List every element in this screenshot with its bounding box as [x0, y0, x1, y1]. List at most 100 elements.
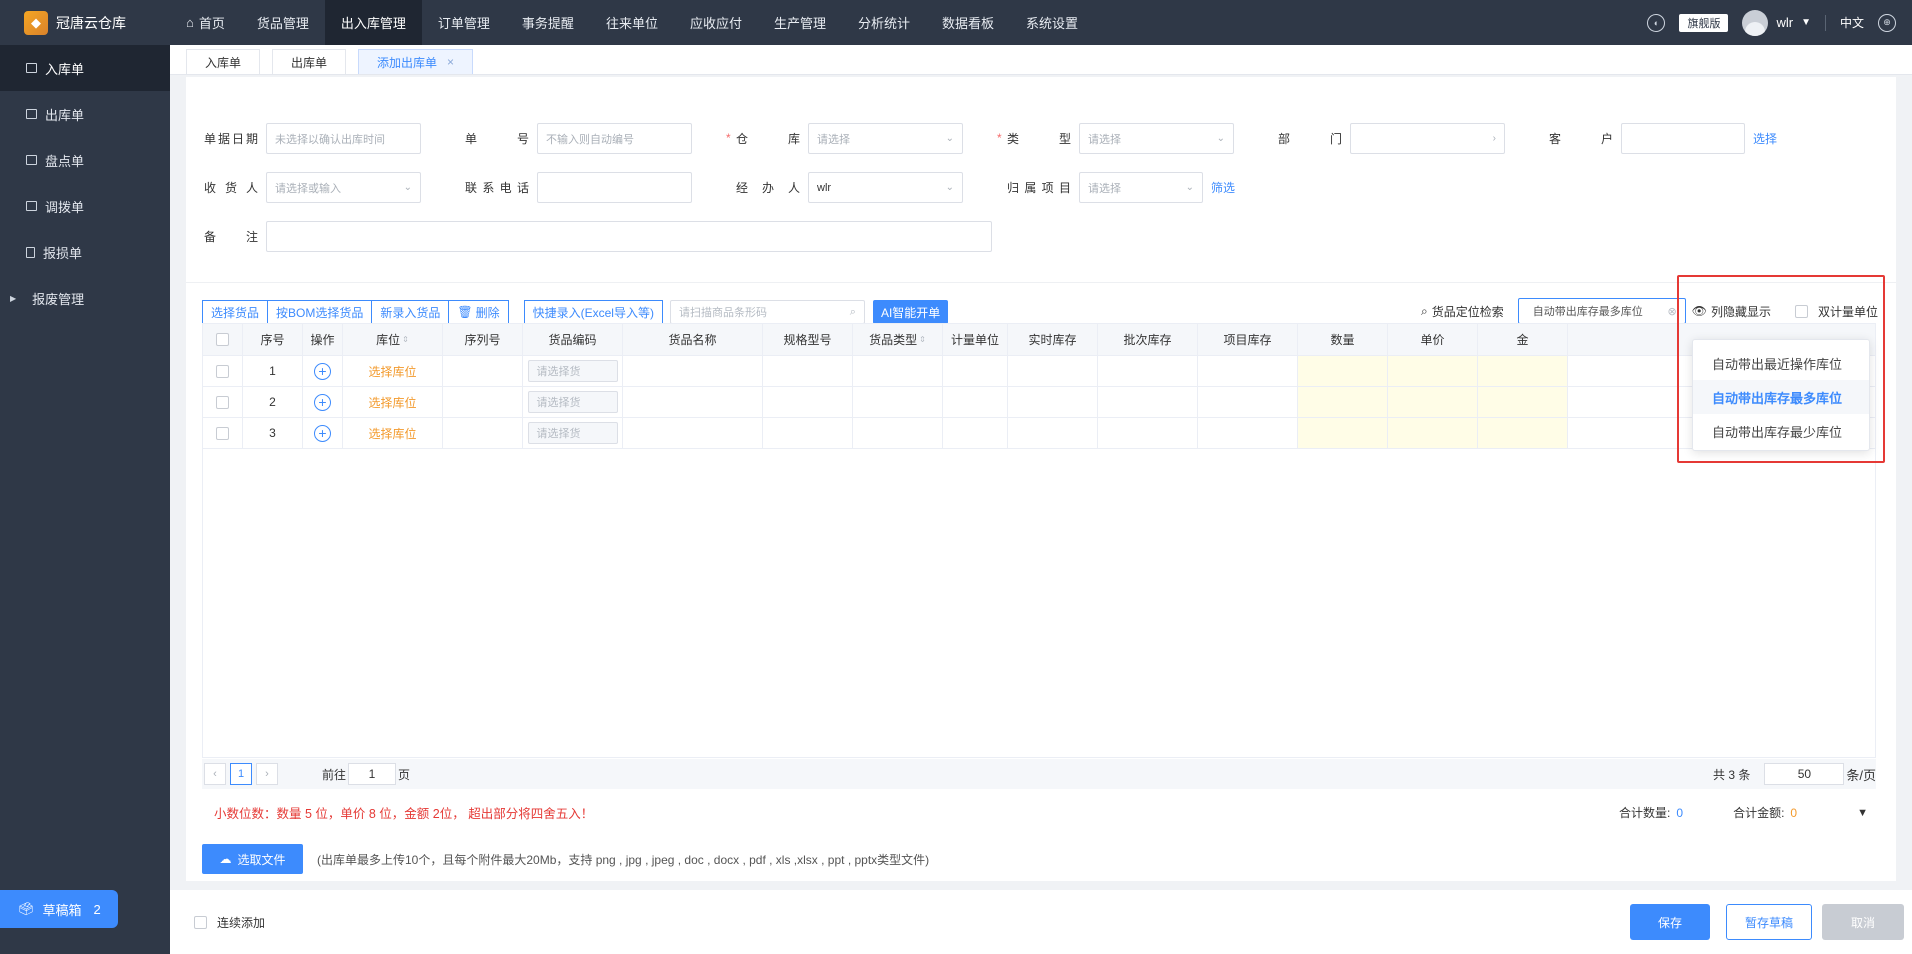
- qty-cell[interactable]: [1298, 356, 1388, 386]
- goto-page-input[interactable]: 1: [348, 763, 397, 785]
- brand-logo[interactable]: ◆ 冠唐云仓库: [0, 0, 170, 45]
- price-cell[interactable]: [1388, 387, 1478, 417]
- form-row-2: 收货人 请选择或输入 ⌄ 联系电话 经办人 wlr ⌄ 归属项目 请选择 ⌄ 筛选: [186, 172, 1235, 203]
- sidebar-item-stocktake[interactable]: 盘点单: [0, 137, 170, 183]
- select-file-button[interactable]: ☁ 选取文件: [202, 844, 303, 874]
- customer-select-link[interactable]: 选择: [1753, 130, 1777, 147]
- barcode-scan-input[interactable]: 请扫描商品条形码 ⌕: [669, 300, 865, 324]
- nav-home[interactable]: ⌂ 首页: [170, 0, 241, 45]
- sidebar-item-transfer[interactable]: 调拨单: [0, 183, 170, 229]
- expand-icon[interactable]: ▼: [1857, 807, 1868, 819]
- price-cell[interactable]: [1388, 418, 1478, 448]
- draft-box-button[interactable]: 🗳 草稿箱 2: [0, 890, 118, 928]
- goods-code-input[interactable]: 请选择货: [527, 360, 618, 382]
- warehouse-select[interactable]: 请选择 ⌄: [808, 123, 963, 154]
- globe-icon[interactable]: ⊕: [1878, 13, 1896, 32]
- nav-finance[interactable]: 应收应付: [674, 0, 758, 45]
- qty-cell[interactable]: [1298, 387, 1388, 417]
- dual-unit-checkbox[interactable]: 双计量单位: [1794, 303, 1878, 320]
- col-qty: 数量: [1298, 324, 1388, 355]
- option-least-stock-location[interactable]: 自动带出库存最少库位: [1693, 414, 1869, 448]
- add-row-icon[interactable]: +: [314, 424, 331, 442]
- qty-cell[interactable]: [1298, 418, 1388, 448]
- nav-goods[interactable]: 货品管理: [241, 0, 325, 45]
- ai-order-button[interactable]: AI智能开单: [872, 300, 949, 324]
- user-name: wlr: [1776, 15, 1794, 30]
- save-button[interactable]: 保存: [1630, 904, 1710, 940]
- tab-add-outbound[interactable]: 添加出库单 ×: [358, 49, 474, 74]
- close-icon[interactable]: ×: [447, 55, 454, 69]
- goods-code-input[interactable]: 请选择货: [527, 422, 618, 444]
- top-right: ◐ 旗舰版 wlr ▼ 中文 ⊕: [1647, 0, 1912, 45]
- row-checkbox[interactable]: [216, 426, 229, 440]
- checkbox[interactable]: [1794, 304, 1808, 318]
- nav-dashboard[interactable]: 数据看板: [926, 0, 1010, 45]
- table-row: 1 + 选择库位 请选择货: [203, 356, 1875, 387]
- nav-inout[interactable]: 出入库管理: [324, 0, 422, 45]
- tab-outbound[interactable]: 出库单: [272, 49, 347, 74]
- nav-partners[interactable]: 往来单位: [590, 0, 674, 45]
- price-cell[interactable]: [1388, 356, 1478, 386]
- option-most-stock-location[interactable]: 自动带出库存最多库位: [1693, 380, 1869, 414]
- receiver-select[interactable]: 请选择或输入 ⌄: [266, 172, 421, 203]
- project-select[interactable]: 请选择 ⌄: [1079, 172, 1203, 203]
- page-size-select[interactable]: 50: [1764, 763, 1845, 785]
- cancel-button[interactable]: 取消: [1822, 904, 1904, 940]
- checkbox[interactable]: [194, 915, 207, 929]
- add-row-icon[interactable]: +: [314, 393, 331, 411]
- tab-inbound[interactable]: 入库单: [186, 49, 261, 74]
- col-location[interactable]: 库位 ⇕: [343, 324, 443, 355]
- row-checkbox[interactable]: [216, 364, 229, 378]
- new-goods-button[interactable]: 新录入货品: [371, 300, 450, 324]
- page-1-button[interactable]: 1: [230, 763, 252, 785]
- number-input[interactable]: 不输入则自动编号: [537, 123, 692, 154]
- sidebar-item-outbound[interactable]: 出库单: [0, 91, 170, 137]
- customer-label: 客户: [1549, 132, 1613, 146]
- col-type[interactable]: 货品类型 ⇕: [853, 324, 943, 355]
- nav-settings[interactable]: 系统设置: [1010, 0, 1094, 45]
- note-input[interactable]: [266, 221, 992, 252]
- sidebar-item-loss[interactable]: 报损单: [0, 229, 170, 275]
- amount-cell[interactable]: [1478, 387, 1568, 417]
- project-filter-link[interactable]: 筛选: [1211, 179, 1235, 196]
- goods-code-input[interactable]: 请选择货: [527, 391, 618, 413]
- hidden-columns-button[interactable]: 👁 列隐藏显示: [1692, 303, 1771, 320]
- amount-cell[interactable]: [1478, 418, 1568, 448]
- select-goods-button[interactable]: 选择货品: [202, 300, 269, 324]
- add-row-icon[interactable]: +: [314, 362, 331, 380]
- quick-entry-button[interactable]: 快捷录入(Excel导入等): [523, 300, 663, 324]
- select-location-link[interactable]: 选择库位: [343, 356, 443, 386]
- upload-hint: (出库单最多上传10个，且每个附件最大20Mb，支持 png , jpg , j…: [317, 852, 930, 867]
- row-no: 2: [243, 387, 303, 417]
- next-page-button[interactable]: ›: [256, 763, 278, 785]
- prev-page-button[interactable]: ‹: [204, 763, 226, 785]
- continuous-add-checkbox[interactable]: 连续添加: [194, 914, 265, 931]
- handler-select[interactable]: wlr ⌄: [808, 172, 963, 203]
- select-all-checkbox[interactable]: [216, 333, 229, 346]
- language-label[interactable]: 中文: [1840, 14, 1864, 31]
- option-recent-location[interactable]: 自动带出最近操作库位: [1693, 346, 1869, 380]
- delete-button[interactable]: 🗑 删除: [448, 300, 509, 324]
- dept-select[interactable]: ›: [1350, 123, 1505, 154]
- save-draft-button[interactable]: 暂存草稿: [1726, 904, 1812, 940]
- nav-reminders[interactable]: 事务提醒: [506, 0, 590, 45]
- select-location-link[interactable]: 选择库位: [343, 418, 443, 448]
- sidebar-item-scrap[interactable]: ▶ 报废管理: [0, 275, 170, 321]
- select-location-link[interactable]: 选择库位: [343, 387, 443, 417]
- nav-production[interactable]: 生产管理: [758, 0, 842, 45]
- row-checkbox[interactable]: [216, 395, 229, 409]
- customer-input[interactable]: [1621, 123, 1745, 154]
- bom-select-button[interactable]: 按BOM选择货品: [267, 300, 373, 324]
- date-input[interactable]: 未选择以确认出库时间: [266, 123, 421, 154]
- nav-analytics[interactable]: 分析统计: [842, 0, 926, 45]
- sidebar-item-inbound[interactable]: 入库单: [0, 45, 170, 91]
- nav-orders[interactable]: 订单管理: [422, 0, 506, 45]
- user-menu[interactable]: wlr ▼: [1742, 9, 1811, 36]
- location-strategy-select[interactable]: 自动带出库存最多库位 ⊗: [1517, 298, 1686, 324]
- theme-icon[interactable]: ◐: [1647, 13, 1666, 32]
- clear-icon[interactable]: ⊗: [1668, 305, 1677, 318]
- goods-locate-button[interactable]: ⌕ 货品定位检索: [1421, 303, 1504, 320]
- phone-input[interactable]: [537, 172, 692, 203]
- amount-cell[interactable]: [1478, 356, 1568, 386]
- type-select[interactable]: 请选择 ⌄: [1079, 123, 1234, 154]
